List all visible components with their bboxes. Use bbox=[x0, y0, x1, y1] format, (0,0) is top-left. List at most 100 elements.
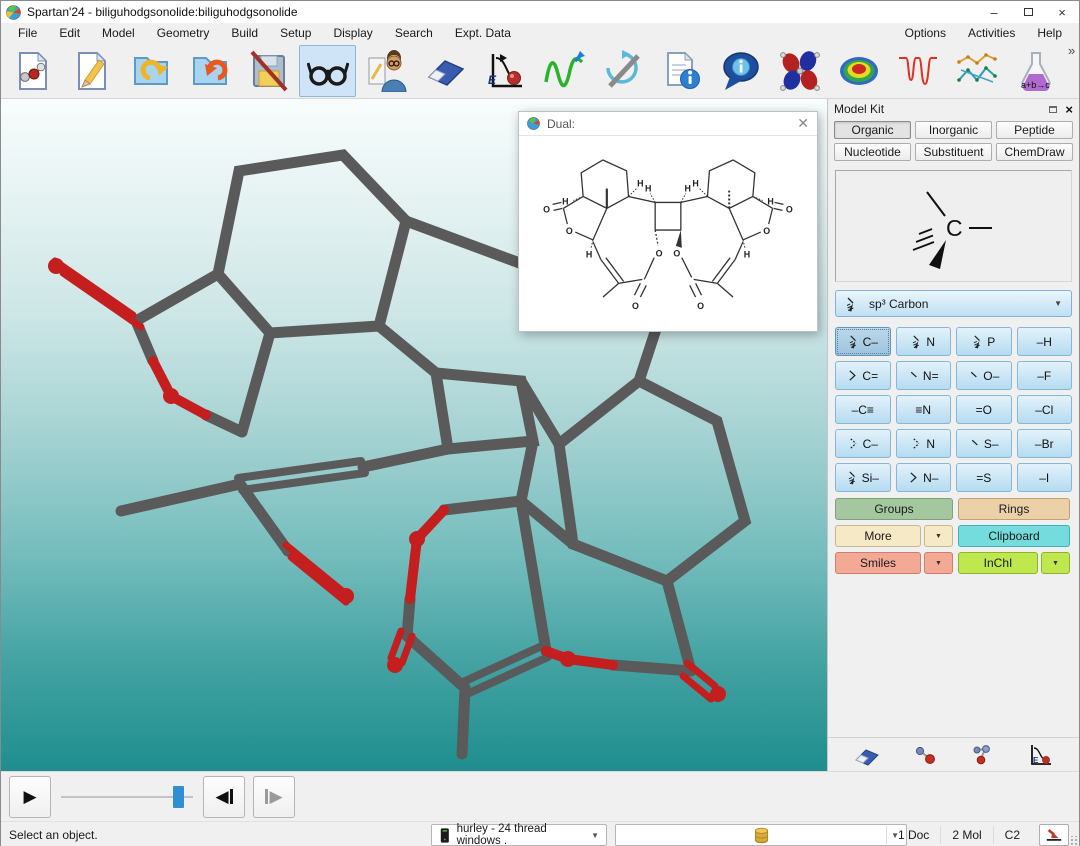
more-button[interactable]: More bbox=[835, 525, 921, 547]
smiles-button[interactable]: Smiles bbox=[835, 552, 921, 574]
dual-close-icon[interactable]: ✕ bbox=[797, 115, 809, 132]
frame-slider[interactable] bbox=[61, 786, 193, 808]
dual-window-titlebar[interactable]: Dual: ✕ bbox=[519, 112, 817, 136]
close-panel-icon[interactable]: × bbox=[1065, 102, 1073, 117]
tab-peptide[interactable]: Peptide bbox=[996, 121, 1073, 139]
tool-preview: C bbox=[835, 170, 1072, 282]
dock-corner-button[interactable] bbox=[1039, 824, 1069, 846]
element-sp3-phosphorus[interactable]: P bbox=[956, 327, 1012, 356]
play-button[interactable]: ▶ bbox=[9, 776, 51, 818]
eraser-icon[interactable] bbox=[853, 743, 881, 767]
menu-geometry[interactable]: Geometry bbox=[146, 24, 221, 42]
edit-build-button[interactable] bbox=[358, 45, 415, 97]
element-aromatic-nitrogen[interactable]: N bbox=[896, 429, 952, 458]
element-sp-carbon[interactable]: –C≡ bbox=[835, 395, 891, 424]
menu-model[interactable]: Model bbox=[91, 24, 146, 42]
fragment-icon[interactable] bbox=[968, 743, 996, 767]
element-sp3-carbon[interactable]: C– bbox=[835, 327, 891, 356]
menu-setup[interactable]: Setup bbox=[269, 24, 322, 42]
element-sp2-oxygen[interactable]: =O bbox=[956, 395, 1012, 424]
maximize-button[interactable] bbox=[1011, 1, 1045, 23]
close-button[interactable]: × bbox=[1045, 1, 1079, 23]
step-forward-button[interactable]: ▶ bbox=[253, 776, 295, 818]
menu-file[interactable]: File bbox=[7, 24, 48, 42]
svg-text:a+b→c: a+b→c bbox=[1021, 80, 1050, 90]
inchi-button[interactable]: InChI bbox=[958, 552, 1038, 574]
view-button[interactable] bbox=[299, 45, 356, 97]
database-dropdown[interactable]: ▼ bbox=[615, 824, 907, 846]
reactions-button[interactable]: a+b→c bbox=[1007, 45, 1064, 97]
constrain-rotate-icon bbox=[602, 50, 644, 92]
model-kit-panel: Model Kit × OrganicInorganicPeptideNucle… bbox=[827, 99, 1079, 771]
constrain-button[interactable] bbox=[594, 45, 651, 97]
menu-bar: FileEditModelGeometryBuildSetupDisplaySe… bbox=[1, 23, 1079, 43]
plots-button[interactable] bbox=[948, 45, 1005, 97]
dual-window[interactable]: Dual: ✕ bbox=[518, 111, 818, 332]
spectra-button[interactable] bbox=[889, 45, 946, 97]
properties-button[interactable] bbox=[653, 45, 710, 97]
menu-expt-data[interactable]: Expt. Data bbox=[444, 24, 522, 42]
tab-nucleotide[interactable]: Nucleotide bbox=[834, 143, 911, 161]
more-dropdown-caret[interactable]: ▼ bbox=[924, 525, 953, 547]
tab-organic[interactable]: Organic bbox=[834, 121, 911, 139]
menu-options[interactable]: Options bbox=[894, 24, 957, 42]
close-file-button[interactable] bbox=[181, 45, 238, 97]
surfaces-button[interactable] bbox=[830, 45, 887, 97]
measure-button[interactable] bbox=[535, 45, 592, 97]
menu-build[interactable]: Build bbox=[220, 24, 269, 42]
selected-tool-label: sp³ Carbon bbox=[869, 297, 928, 311]
tab-chemdraw[interactable]: ChemDraw bbox=[996, 143, 1073, 161]
slider-thumb[interactable] bbox=[173, 786, 184, 808]
minimize-energy-button[interactable]: E bbox=[476, 45, 533, 97]
open-file-button[interactable] bbox=[122, 45, 179, 97]
element-chlorine[interactable]: –Cl bbox=[1017, 395, 1073, 424]
point-group: C2 bbox=[993, 826, 1031, 844]
delete-button[interactable] bbox=[417, 45, 474, 97]
element-sp-nitrogen[interactable]: ≡N bbox=[896, 395, 952, 424]
output-button[interactable] bbox=[712, 45, 769, 97]
doc-info-icon bbox=[661, 50, 703, 92]
element-fluorine[interactable]: –F bbox=[1017, 361, 1073, 390]
element-sp3-nitrogen[interactable]: N bbox=[896, 327, 952, 356]
element-sp3-sulfur[interactable]: S– bbox=[956, 429, 1012, 458]
element-iodine[interactable]: –I bbox=[1017, 463, 1073, 492]
red-spectrum-icon bbox=[897, 50, 939, 92]
minimize-button[interactable]: – bbox=[977, 1, 1011, 23]
element-planar-nitrogen[interactable]: N– bbox=[896, 463, 952, 492]
menu-activities[interactable]: Activities bbox=[957, 24, 1026, 42]
svg-text:O: O bbox=[673, 248, 680, 258]
element-bromine[interactable]: –Br bbox=[1017, 429, 1073, 458]
groups-button[interactable]: Groups bbox=[835, 498, 953, 520]
tab-substituent[interactable]: Substituent bbox=[915, 143, 992, 161]
element-sp2-nitrogen[interactable]: N= bbox=[896, 361, 952, 390]
smiles-dropdown-caret[interactable]: ▼ bbox=[924, 552, 953, 574]
element-hydrogen[interactable]: –H bbox=[1017, 327, 1073, 356]
tab-inorganic[interactable]: Inorganic bbox=[915, 121, 992, 139]
3d-viewport[interactable]: Dual: ✕ bbox=[1, 99, 827, 771]
menu-display[interactable]: Display bbox=[322, 24, 383, 42]
new-build-button[interactable] bbox=[4, 45, 61, 97]
menu-edit[interactable]: Edit bbox=[48, 24, 91, 42]
toolbar-overflow-chevron[interactable]: » bbox=[1064, 43, 1079, 58]
doc-count: 1 Doc bbox=[886, 826, 940, 844]
menu-help[interactable]: Help bbox=[1026, 24, 1073, 42]
server-dropdown[interactable]: hurley - 24 thread windows . ▼ bbox=[431, 824, 607, 846]
step-back-button[interactable]: ◀ bbox=[203, 776, 245, 818]
inchi-dropdown-caret[interactable]: ▼ bbox=[1041, 552, 1070, 574]
minimize-icon[interactable]: E bbox=[1026, 743, 1054, 767]
clipboard-button[interactable]: Clipboard bbox=[958, 525, 1070, 547]
element-sp2-carbon[interactable]: C= bbox=[835, 361, 891, 390]
sketch-button[interactable] bbox=[63, 45, 120, 97]
element-sp3-oxygen[interactable]: O– bbox=[956, 361, 1012, 390]
bond-icon[interactable] bbox=[911, 743, 939, 767]
tool-selector-dropdown[interactable]: sp³ Carbon ▼ bbox=[835, 290, 1072, 317]
float-panel-icon[interactable] bbox=[1049, 106, 1057, 113]
rings-button[interactable]: Rings bbox=[958, 498, 1070, 520]
orbitals-button[interactable] bbox=[771, 45, 828, 97]
menu-search[interactable]: Search bbox=[384, 24, 444, 42]
resize-grip[interactable] bbox=[1068, 836, 1078, 846]
element-sp2-sulfur[interactable]: =S bbox=[956, 463, 1012, 492]
save-button[interactable] bbox=[240, 45, 297, 97]
element-aromatic-carbon[interactable]: C– bbox=[835, 429, 891, 458]
element-sp3-silicon[interactable]: Si– bbox=[835, 463, 891, 492]
